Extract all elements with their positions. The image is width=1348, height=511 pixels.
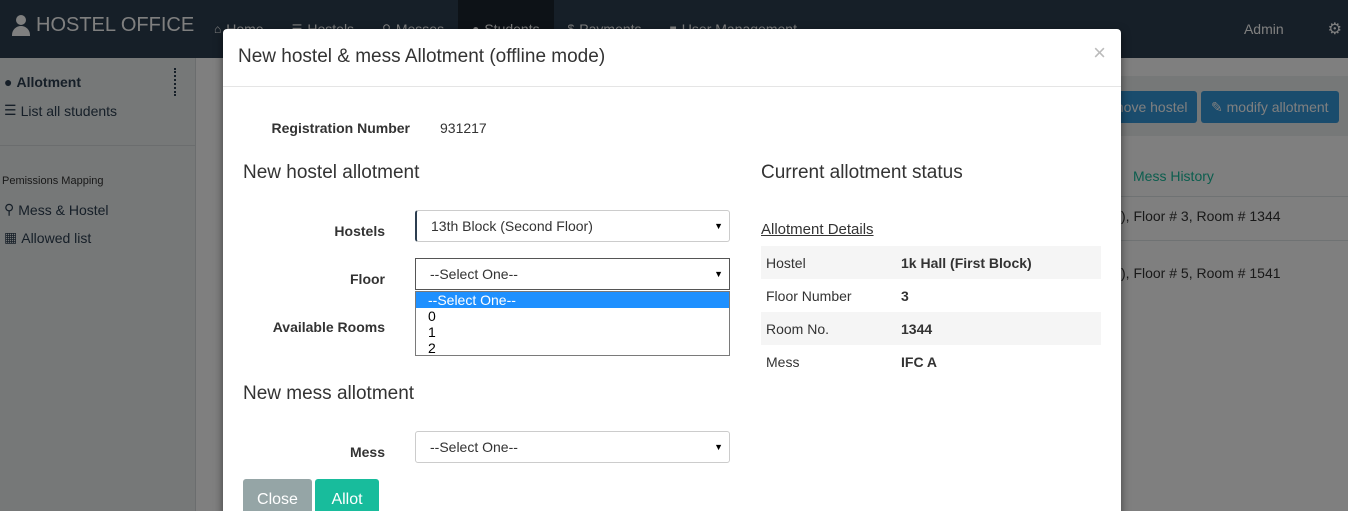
floor-select-value: --Select One-- xyxy=(430,266,518,282)
mess-select[interactable]: --Select One-- ▼ xyxy=(415,431,730,463)
modal-header: New hostel & mess Allotment (offline mod… xyxy=(223,29,1121,87)
detail-value: 1k Hall (First Block) xyxy=(901,254,1032,271)
mess-select-value: --Select One-- xyxy=(430,439,518,455)
modal-title: New hostel & mess Allotment (offline mod… xyxy=(238,46,606,67)
allot-button[interactable]: Allot xyxy=(315,479,379,511)
detail-value: IFC A xyxy=(901,353,938,370)
detail-value: 3 xyxy=(901,287,909,304)
floor-select[interactable]: --Select One-- ▼ xyxy=(415,258,730,290)
table-row: Mess IFC A xyxy=(761,345,1101,378)
floor-option[interactable]: 1 xyxy=(416,324,729,340)
new-hostel-heading: New hostel allotment xyxy=(243,162,420,183)
floor-option[interactable]: --Select One-- xyxy=(416,292,729,308)
allotment-details-link[interactable]: Allotment Details xyxy=(761,221,874,238)
registration-label: Registration Number xyxy=(271,120,410,136)
status-heading: Current allotment status xyxy=(761,162,963,183)
detail-key: Room No. xyxy=(766,320,830,337)
detail-key: Hostel xyxy=(766,254,806,271)
hostels-select-value: 13th Block (Second Floor) xyxy=(431,218,593,234)
floor-option[interactable]: 2 xyxy=(416,340,729,356)
mess-label: Mess xyxy=(349,444,385,460)
detail-value: 1344 xyxy=(901,320,933,337)
floor-option[interactable]: 0 xyxy=(416,308,729,324)
table-row: Hostel 1k Hall (First Block) xyxy=(761,246,1101,279)
floor-label: Floor xyxy=(350,271,385,287)
hostels-select[interactable]: 13th Block (Second Floor) ▼ xyxy=(415,210,730,242)
new-mess-heading: New mess allotment xyxy=(243,383,415,404)
allotment-details-table: Hostel 1k Hall (First Block) Floor Numbe… xyxy=(761,246,1101,378)
detail-key: Floor Number xyxy=(766,287,852,304)
registration-value: 931217 xyxy=(440,120,487,136)
hostels-label: Hostels xyxy=(334,223,385,239)
floor-dropdown: --Select One-- 0 1 2 xyxy=(415,291,730,356)
available-rooms-label: Available Rooms xyxy=(272,319,385,335)
caret-down-icon: ▼ xyxy=(714,221,723,231)
allotment-modal: New hostel & mess Allotment (offline mod… xyxy=(223,29,1121,511)
table-row: Room No. 1344 xyxy=(761,312,1101,345)
close-button[interactable]: Close xyxy=(243,479,312,511)
detail-key: Mess xyxy=(766,353,800,370)
caret-down-icon: ▼ xyxy=(714,442,723,452)
close-icon[interactable]: × xyxy=(1093,42,1106,64)
caret-down-icon: ▼ xyxy=(714,269,723,279)
table-row: Floor Number 3 xyxy=(761,279,1101,312)
